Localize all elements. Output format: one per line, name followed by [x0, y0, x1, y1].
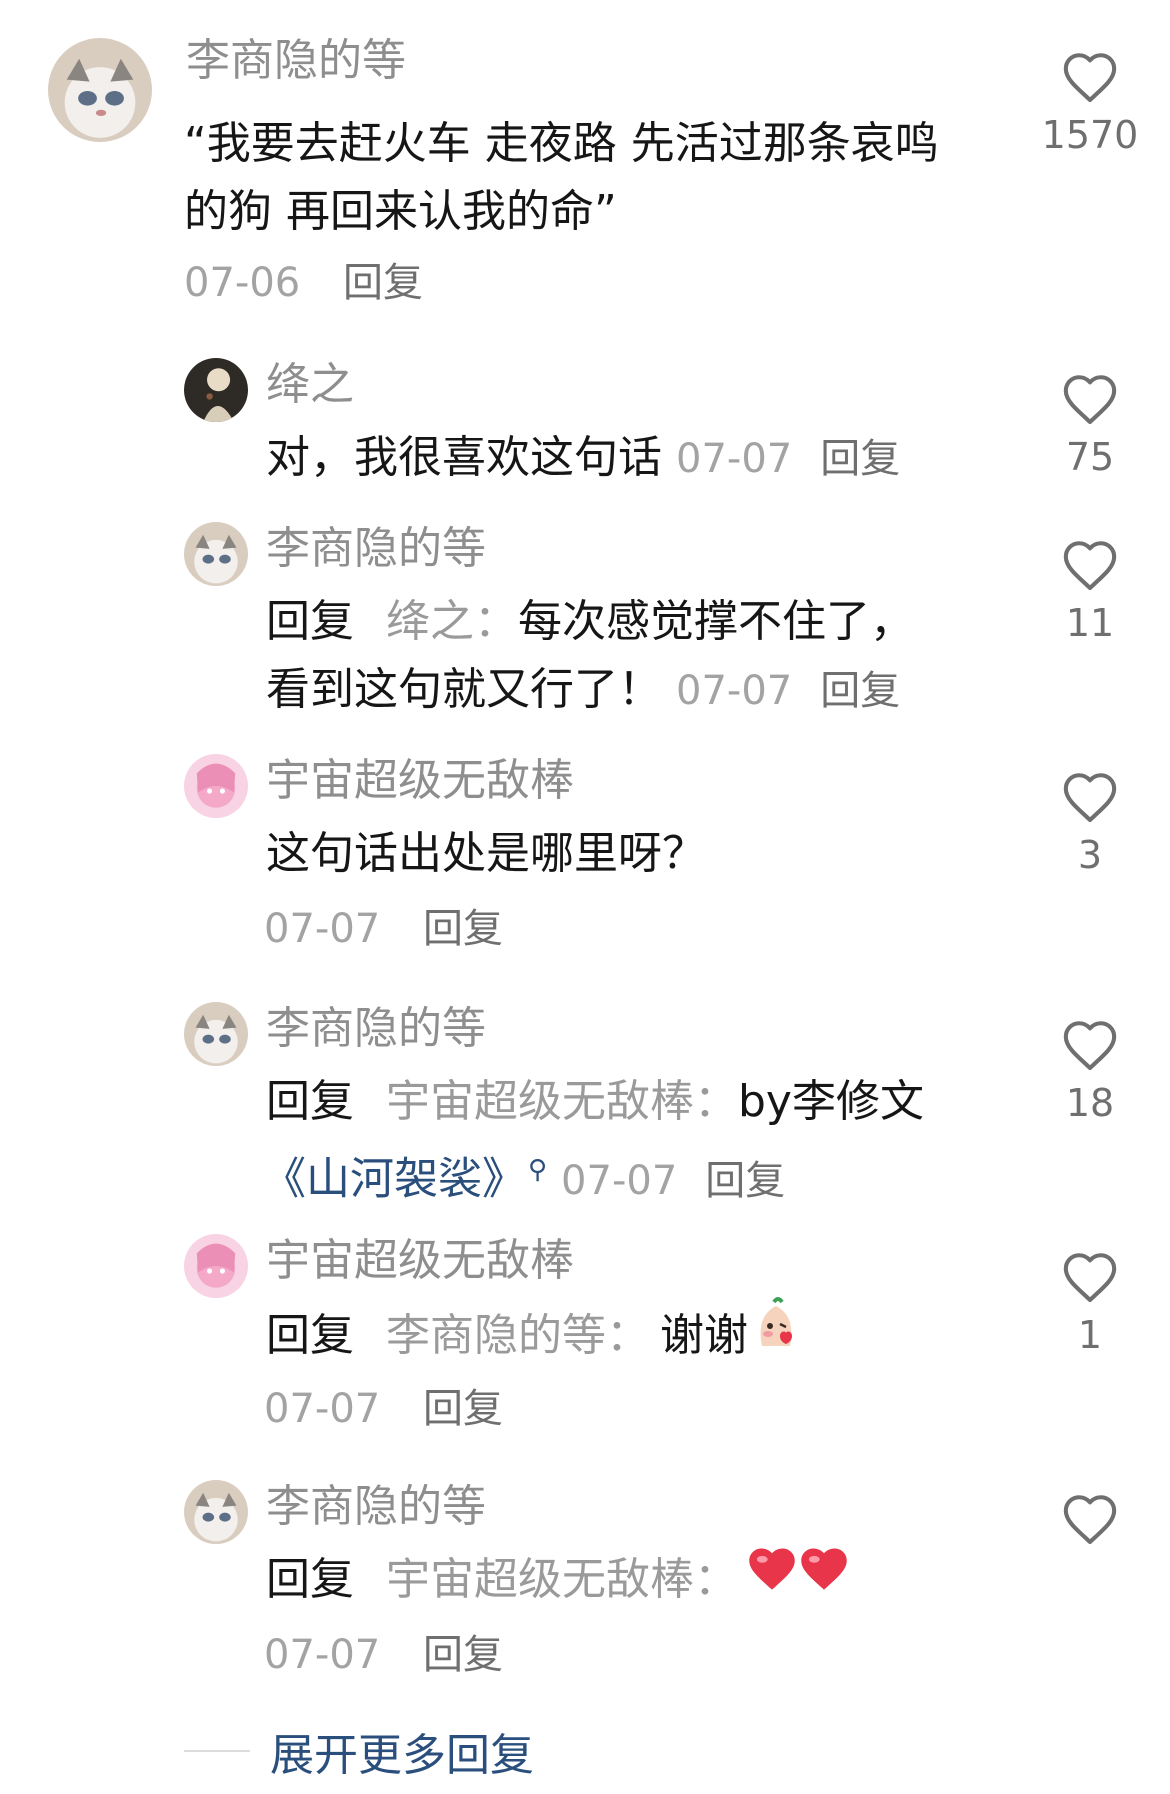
comment-text: “我要去赶火车 走夜路 先活过那条哀鸣的狗 再回来认我的命” [184, 118, 939, 237]
reply-meta: 07-07 回复 [264, 1380, 503, 1438]
blush-emoji [748, 1296, 804, 1372]
reply-date: 07-07 [264, 1386, 381, 1432]
username[interactable]: 宇宙超级无敌棒 [266, 752, 574, 810]
reply-text: 回复 宇宙超级无敌棒： [266, 1546, 1026, 1616]
reply-content: by李修文 [738, 1076, 924, 1127]
reply-prefix: 回复 [266, 596, 354, 647]
reply-target[interactable]: 李商隐的等： [386, 1310, 650, 1361]
reply-date: 07-07 [676, 436, 793, 482]
reply-prefix: 回复 [266, 1310, 354, 1361]
like-button[interactable]: 75 [1040, 372, 1140, 482]
username[interactable]: 绛之 [266, 356, 354, 414]
reply-prefix: 回复 [266, 1554, 354, 1605]
comment-thread: 李商隐的等 “我要去赶火车 走夜路 先活过那条哀鸣的狗 再回来认我的命” 07-… [0, 0, 1170, 1794]
like-button[interactable]: 3 [1040, 770, 1140, 880]
reply-target[interactable]: 宇宙超级无敌棒： [386, 1554, 738, 1605]
reply-content-line1: 每次感觉撑不住了， [518, 596, 914, 647]
reply-content: 谢谢 [660, 1310, 748, 1361]
username[interactable]: 李商隐的等 [266, 1000, 486, 1058]
reply-button[interactable]: 回复 [705, 1158, 785, 1204]
like-count: 11 [1065, 601, 1115, 645]
username[interactable]: 李商隐的等 [266, 1478, 486, 1536]
like-count: 1 [1077, 1313, 1103, 1357]
cat-avatar-image [184, 1480, 248, 1544]
cat-avatar-image [184, 1002, 248, 1066]
heart-outline-icon [1063, 1021, 1117, 1071]
avatar[interactable] [184, 1002, 248, 1066]
reply-text: 这句话出处是哪里呀？ [266, 828, 706, 879]
reply-button[interactable]: 回复 [423, 1632, 503, 1678]
username[interactable]: 李商隐的等 [186, 32, 406, 90]
like-button[interactable]: 11 [1040, 538, 1140, 648]
username[interactable]: 李商隐的等 [266, 520, 486, 578]
search-icon[interactable]: ⚲ [528, 1155, 547, 1185]
like-count: 1570 [1041, 113, 1139, 157]
divider [184, 1750, 250, 1752]
book-link[interactable]: 《山河袈裟》 [262, 1154, 526, 1205]
like-count: 3 [1077, 833, 1103, 877]
portrait-avatar-image [184, 358, 248, 422]
avatar[interactable] [184, 1480, 248, 1544]
reply-content: 对，我很喜欢这句话 [266, 432, 662, 483]
reply-text: 回复 绛之：每次感觉撑不住了， 看到这句就又行了！ 07-07 回复 [266, 588, 1026, 725]
reply-date: 07-07 [264, 906, 381, 952]
reply-date: 07-07 [264, 1632, 381, 1678]
reply-prefix: 回复 [266, 1076, 354, 1127]
red-heart-emoji [798, 1544, 850, 1612]
heart-outline-icon [1063, 53, 1117, 103]
heart-outline-icon [1063, 541, 1117, 591]
reply-date: 07-07 [561, 1157, 678, 1204]
heart-outline-icon [1063, 773, 1117, 823]
like-button[interactable] [1040, 1492, 1140, 1552]
like-button[interactable]: 18 [1040, 1018, 1140, 1128]
avatar[interactable] [184, 358, 248, 422]
reply-target[interactable]: 绛之： [386, 596, 518, 647]
expand-more-label: 展开更多回复 [270, 1730, 534, 1781]
reply-content-line2: 看到这句就又行了！ [266, 664, 662, 715]
reply-target[interactable]: 宇宙超级无敌棒： [386, 1076, 738, 1127]
reply-button[interactable]: 回复 [423, 906, 503, 952]
reply-button[interactable]: 回复 [820, 436, 900, 482]
avatar[interactable] [184, 1234, 248, 1298]
cat-avatar-image [48, 38, 152, 142]
username[interactable]: 宇宙超级无敌棒 [266, 1232, 574, 1290]
like-button[interactable]: 1 [1040, 1250, 1140, 1360]
pink-avatar-image [184, 1234, 248, 1298]
reply-text: 对，我很喜欢这句话 07-07 回复 [266, 424, 1006, 493]
reply-meta: 07-07 回复 [264, 900, 503, 958]
heart-outline-icon [1063, 375, 1117, 425]
heart-outline-icon [1063, 1253, 1117, 1303]
expand-more-replies-button[interactable]: 展开更多回复 [184, 1716, 534, 1786]
reply-button[interactable]: 回复 [343, 260, 423, 306]
reply-button[interactable]: 回复 [820, 668, 900, 714]
heart-outline-icon [1063, 1495, 1117, 1545]
like-button[interactable]: 1570 [1040, 50, 1140, 160]
reply-text: 回复 宇宙超级无敌棒：by李修文 《山河袈裟》⚲ 07-07 回复 [262, 1068, 1046, 1215]
reply-text: 回复 李商隐的等： 谢谢 [266, 1297, 1026, 1376]
comment-date: 07-06 [184, 260, 301, 306]
avatar[interactable] [184, 522, 248, 586]
reply-button[interactable]: 回复 [423, 1386, 503, 1432]
cat-avatar-image [184, 522, 248, 586]
avatar[interactable] [184, 754, 248, 818]
like-count: 18 [1065, 1081, 1115, 1125]
red-heart-emoji [746, 1544, 798, 1612]
like-count: 75 [1065, 435, 1115, 479]
avatar[interactable] [48, 38, 152, 142]
reply-meta: 07-07 回复 [264, 1626, 503, 1684]
comment-meta: 07-06 回复 [184, 254, 423, 312]
pink-avatar-image [184, 754, 248, 818]
reply-date: 07-07 [676, 668, 793, 714]
